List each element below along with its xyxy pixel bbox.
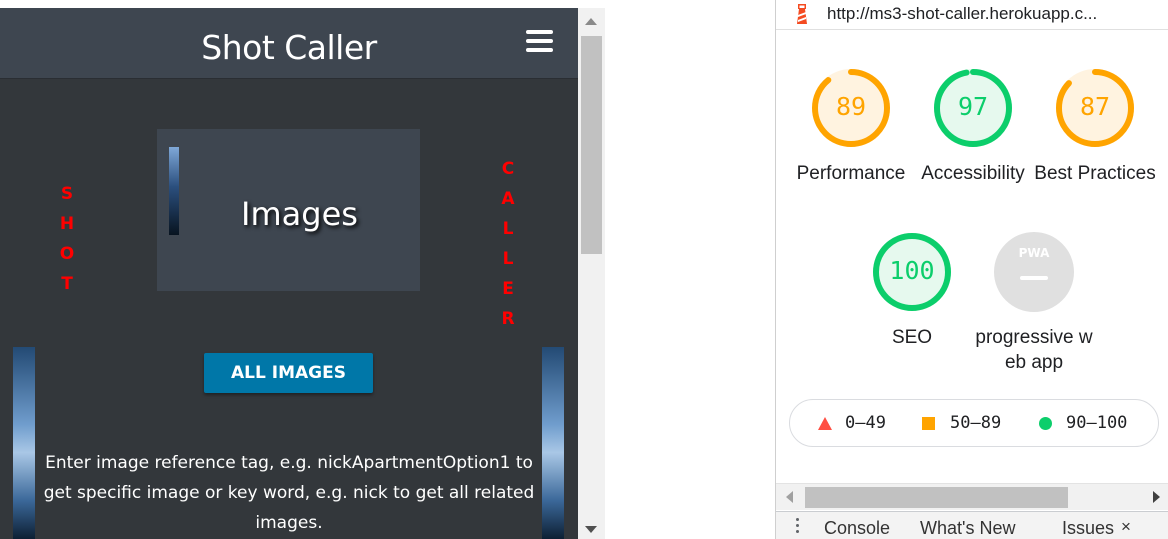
devtools-lighthouse-panel: http://ms3-shot-caller.herokuapp.c... 89… [775, 0, 1168, 539]
accessibility-label: Accessibility [921, 163, 1025, 184]
instruction-text: Enter image reference tag, e.g. nickApar… [43, 453, 535, 533]
performance-gauge[interactable]: 89 [811, 68, 891, 148]
average-square-icon [922, 417, 935, 430]
caller-vertical-text: C A L L E R [501, 159, 515, 329]
mobile-preview: Shot Caller S H O T C A L L E R Images A… [0, 0, 578, 539]
legend-average: 50–89 [950, 413, 1002, 433]
legend-fail: 0–49 [845, 413, 886, 433]
tab-whats-new[interactable]: What's New [920, 518, 1015, 539]
right-side-image [542, 347, 564, 539]
brand-title[interactable]: Shot Caller [0, 28, 578, 67]
left-side-image [13, 347, 35, 539]
preview-top-strip [0, 0, 578, 8]
pwa-label: progressive web app [975, 327, 1093, 373]
lighthouse-icon [797, 4, 807, 24]
shot-vertical-text: S H O T [59, 184, 75, 294]
tab-console[interactable]: Console [824, 518, 890, 539]
best-practices-score: 87 [1079, 92, 1111, 121]
card-title: Images [241, 195, 358, 233]
seo-label: SEO [891, 327, 933, 348]
screen: Shot Caller S H O T C A L L E R Images A… [0, 0, 1168, 539]
best-practices-label: Best Practices [1034, 163, 1156, 184]
more-tabs-icon[interactable] [796, 518, 800, 536]
navbar: Shot Caller [0, 8, 578, 79]
accessibility-score: 97 [957, 92, 989, 121]
close-issues-tab-icon[interactable]: × [1121, 517, 1131, 537]
scrollbar-thumb[interactable] [581, 36, 602, 254]
scroll-left-arrow-icon[interactable] [786, 491, 793, 503]
report-url: http://ms3-shot-caller.herokuapp.c... [827, 4, 1098, 23]
horizontal-scrollbar-thumb[interactable] [805, 487, 1068, 508]
accessibility-gauge[interactable]: 97 [933, 68, 1013, 148]
pwa-badge[interactable]: PWA [994, 232, 1074, 312]
hamburger-menu-icon[interactable] [526, 30, 554, 60]
seo-gauge[interactable]: 100 [872, 232, 952, 312]
performance-label: Performance [796, 163, 906, 184]
devtools-drawer-tabs: Console What's New Issues × [776, 511, 1168, 539]
scroll-up-arrow-icon[interactable] [585, 18, 597, 25]
seo-score: 100 [889, 256, 935, 285]
pwa-badge-text: PWA [1018, 246, 1050, 260]
legend-pass: 90–100 [1066, 413, 1128, 433]
preview-scrollbar[interactable] [578, 8, 605, 539]
performance-score: 89 [835, 92, 867, 121]
report-url-bar: http://ms3-shot-caller.herokuapp.c... [776, 0, 1168, 30]
tab-issues[interactable]: Issues [1062, 518, 1114, 539]
best-practices-gauge[interactable]: 87 [1055, 68, 1135, 148]
fail-triangle-icon [818, 417, 832, 430]
scroll-down-arrow-icon[interactable] [585, 526, 597, 533]
score-legend: 0–49 50–89 90–100 [789, 399, 1159, 447]
pass-circle-icon [1039, 417, 1052, 430]
horizontal-scrollbar[interactable] [776, 483, 1168, 510]
pwa-icon [994, 232, 1074, 312]
scroll-right-arrow-icon[interactable] [1153, 491, 1160, 503]
all-images-button[interactable]: ALL IMAGES [204, 353, 373, 393]
images-card[interactable]: Images [157, 129, 420, 291]
